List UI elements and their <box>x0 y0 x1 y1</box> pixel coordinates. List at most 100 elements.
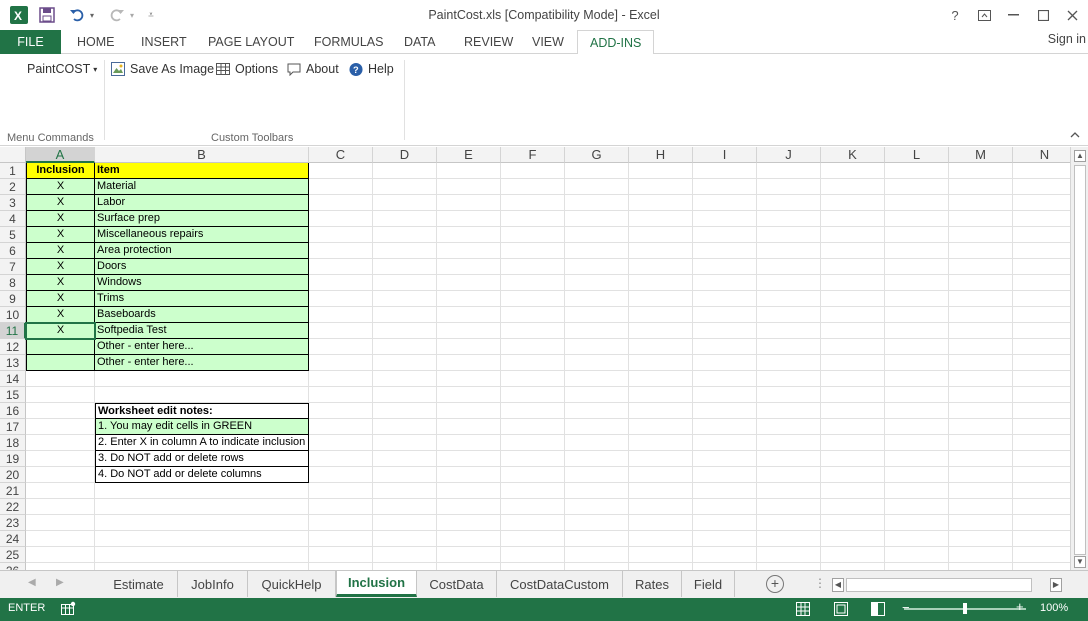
cell[interactable] <box>437 403 501 419</box>
cell[interactable] <box>309 291 373 307</box>
cell[interactable] <box>373 403 437 419</box>
cell[interactable] <box>821 483 885 499</box>
cell[interactable] <box>693 211 757 227</box>
cell[interactable] <box>885 435 949 451</box>
cell[interactable] <box>26 499 95 515</box>
cell[interactable] <box>437 563 501 570</box>
cell[interactable] <box>885 387 949 403</box>
cell[interactable] <box>437 467 501 483</box>
cell[interactable] <box>309 307 373 323</box>
cell[interactable] <box>949 403 1013 419</box>
tab-data[interactable]: DATA <box>404 30 435 54</box>
cell[interactable] <box>693 275 757 291</box>
cell[interactable] <box>437 195 501 211</box>
cell[interactable] <box>821 403 885 419</box>
cell[interactable] <box>437 419 501 435</box>
cell[interactable] <box>821 291 885 307</box>
item-cell[interactable]: Other - enter here... <box>95 355 309 371</box>
cell[interactable] <box>629 323 693 339</box>
cell[interactable] <box>629 419 693 435</box>
cell[interactable] <box>949 179 1013 195</box>
cell[interactable] <box>693 435 757 451</box>
cell[interactable] <box>26 419 95 435</box>
cell[interactable] <box>885 259 949 275</box>
cell[interactable] <box>26 387 95 403</box>
normal-view-icon[interactable] <box>795 601 811 617</box>
cell[interactable] <box>26 467 95 483</box>
cell[interactable] <box>629 275 693 291</box>
cell[interactable] <box>949 483 1013 499</box>
cell[interactable] <box>821 371 885 387</box>
column-header-f[interactable]: F <box>501 147 565 163</box>
sheet-tab-field[interactable]: Field <box>682 571 735 597</box>
cell[interactable] <box>501 371 565 387</box>
cell[interactable] <box>309 483 373 499</box>
cell[interactable] <box>26 435 95 451</box>
sheet-tab-costdatacustom[interactable]: CostDataCustom <box>497 571 623 597</box>
item-cell[interactable]: Labor <box>95 195 309 211</box>
cell[interactable] <box>949 195 1013 211</box>
row-header-8[interactable]: 8 <box>0 275 26 291</box>
cell[interactable] <box>565 531 629 547</box>
cell[interactable] <box>309 467 373 483</box>
horizontal-scrollbar[interactable]: ◀ ▶ <box>832 577 1064 593</box>
cell[interactable] <box>95 563 309 570</box>
cell[interactable] <box>693 227 757 243</box>
row-header-25[interactable]: 25 <box>0 547 26 563</box>
cell[interactable] <box>373 323 437 339</box>
column-header-b[interactable]: B <box>95 147 309 163</box>
cell[interactable] <box>885 323 949 339</box>
cell[interactable] <box>1013 259 1070 275</box>
cell[interactable] <box>949 339 1013 355</box>
row-header-24[interactable]: 24 <box>0 531 26 547</box>
cell[interactable] <box>565 275 629 291</box>
cell[interactable] <box>565 403 629 419</box>
cell[interactable] <box>373 451 437 467</box>
cell[interactable] <box>821 323 885 339</box>
cell[interactable] <box>437 515 501 531</box>
cell[interactable] <box>821 435 885 451</box>
cell[interactable] <box>629 211 693 227</box>
notes-title-cell[interactable]: Worksheet edit notes: <box>95 403 309 419</box>
cell[interactable] <box>949 467 1013 483</box>
cell[interactable] <box>757 195 821 211</box>
row-header-15[interactable]: 15 <box>0 387 26 403</box>
cell[interactable] <box>373 259 437 275</box>
cell[interactable] <box>885 547 949 563</box>
cell[interactable] <box>821 179 885 195</box>
cell[interactable] <box>821 307 885 323</box>
cell[interactable] <box>565 451 629 467</box>
cell[interactable] <box>821 387 885 403</box>
cell[interactable] <box>885 211 949 227</box>
cell[interactable] <box>565 179 629 195</box>
item-cell[interactable]: Miscellaneous repairs <box>95 227 309 243</box>
cell[interactable] <box>821 259 885 275</box>
note-cell[interactable]: 1. You may edit cells in GREEN <box>95 419 309 435</box>
cell[interactable] <box>821 275 885 291</box>
cell[interactable] <box>821 531 885 547</box>
cell[interactable] <box>309 547 373 563</box>
sheet-tab-quickhelp[interactable]: QuickHelp <box>248 571 336 597</box>
cell[interactable] <box>565 467 629 483</box>
column-header-i[interactable]: I <box>693 147 757 163</box>
cell[interactable] <box>949 387 1013 403</box>
cell[interactable] <box>373 563 437 570</box>
row-header-5[interactable]: 5 <box>0 227 26 243</box>
cell[interactable] <box>629 291 693 307</box>
cell[interactable] <box>309 499 373 515</box>
cell[interactable] <box>821 547 885 563</box>
cell[interactable] <box>693 451 757 467</box>
cell[interactable] <box>757 435 821 451</box>
header-cell-item[interactable]: Item <box>95 163 309 179</box>
cell[interactable] <box>26 403 95 419</box>
cell[interactable] <box>309 323 373 339</box>
cell[interactable] <box>629 563 693 570</box>
cell[interactable] <box>629 355 693 371</box>
cell[interactable] <box>437 387 501 403</box>
inclusion-cell[interactable] <box>26 339 95 355</box>
column-header-k[interactable]: K <box>821 147 885 163</box>
cell[interactable] <box>1013 307 1070 323</box>
cell[interactable] <box>949 435 1013 451</box>
cell[interactable] <box>373 227 437 243</box>
cell[interactable] <box>629 467 693 483</box>
